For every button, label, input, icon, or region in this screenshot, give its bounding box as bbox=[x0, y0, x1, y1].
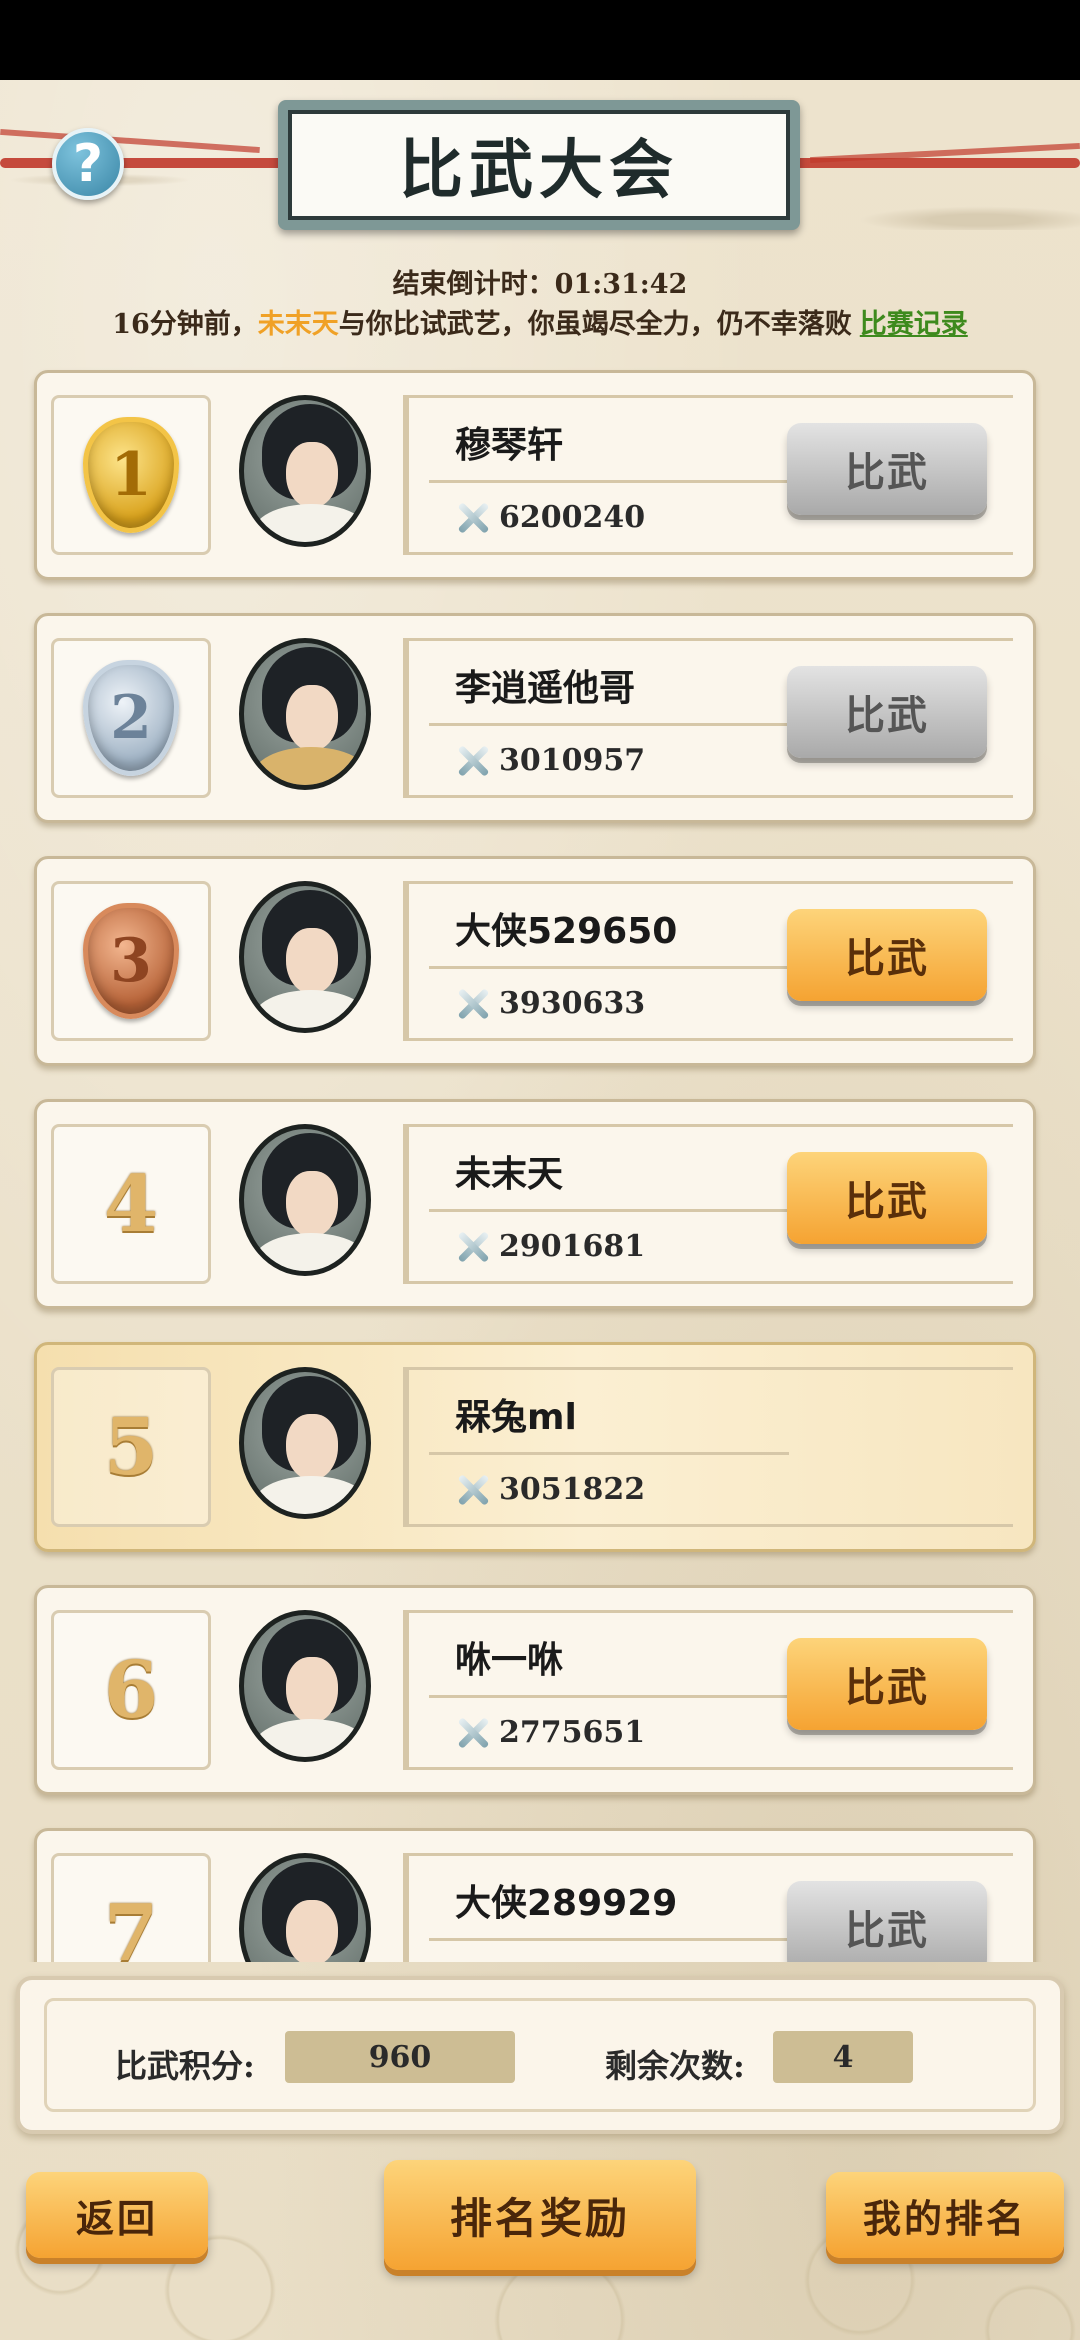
rank-badge-box: 6 bbox=[51, 1610, 211, 1770]
points-label: 比武积分: bbox=[115, 2047, 255, 2085]
ranking-rewards-button[interactable]: 排名奖励 bbox=[384, 2160, 696, 2270]
score-panel-inner: 比武积分: 960 剩余次数: 4 bbox=[44, 1998, 1036, 2112]
rank-badge-box: 7 bbox=[51, 1853, 211, 1962]
notice-opponent: 未末天 bbox=[257, 309, 339, 340]
power-value: 2775651 bbox=[499, 1715, 646, 1750]
rank-badge-box: 5 bbox=[51, 1367, 211, 1527]
title-plate: 比武大会 bbox=[278, 100, 800, 230]
crossed-swords-icon bbox=[455, 501, 491, 535]
ranking-row-self: 5 槑兔ml 3051822 bbox=[34, 1342, 1036, 1552]
crossed-swords-icon bbox=[455, 1716, 491, 1750]
notice-prefix: 16分钟前， bbox=[112, 309, 258, 340]
player-name: 李逍遥他哥 bbox=[455, 668, 636, 709]
silver-medal-icon: 2 bbox=[83, 660, 179, 776]
rank-badge-box: 3 bbox=[51, 881, 211, 1041]
challenge-button[interactable]: 比武 bbox=[787, 423, 987, 515]
notice-suffix: 与你比试武艺，你虽竭尽全力，仍不幸落败 bbox=[338, 309, 852, 340]
player-name: 大侠529650 bbox=[455, 911, 678, 952]
question-icon: ? bbox=[72, 134, 104, 194]
avatar[interactable] bbox=[239, 1367, 371, 1519]
ranking-row-4: 4 未末天 2901681 比武 bbox=[34, 1099, 1036, 1309]
score-panel: 比武积分: 960 剩余次数: 4 bbox=[16, 1976, 1064, 2134]
rank-badge-box: 1 bbox=[51, 395, 211, 555]
back-button[interactable]: 返回 bbox=[26, 2172, 208, 2258]
ranking-row-6: 6 咻一咻 2775651 比武 bbox=[34, 1585, 1036, 1795]
rank-number: 4 bbox=[103, 1158, 159, 1250]
power-value: 3930633 bbox=[499, 986, 646, 1021]
crossed-swords-icon bbox=[455, 987, 491, 1021]
rank-badge-box: 2 bbox=[51, 638, 211, 798]
crossed-swords-icon bbox=[455, 1473, 491, 1507]
avatar[interactable] bbox=[239, 881, 371, 1033]
rank-number: 7 bbox=[103, 1887, 159, 1963]
match-record-link[interactable]: 比赛记录 bbox=[860, 309, 968, 340]
status-bar bbox=[0, 0, 1080, 80]
rank-badge-box: 4 bbox=[51, 1124, 211, 1284]
combat-power: 2775651 bbox=[455, 1715, 645, 1750]
bronze-medal-icon: 3 bbox=[83, 903, 179, 1019]
power-value: 3010957 bbox=[499, 743, 646, 778]
power-value: 2901681 bbox=[499, 1229, 646, 1264]
challenge-button[interactable]: 比武 bbox=[787, 666, 987, 758]
combat-power: 3051822 bbox=[455, 1472, 645, 1507]
countdown-text: 结束倒计时：01:31:42 bbox=[392, 269, 688, 300]
remaining-value: 4 bbox=[773, 2031, 913, 2083]
page-title: 比武大会 bbox=[288, 110, 790, 220]
avatar[interactable] bbox=[239, 1124, 371, 1276]
crossed-swords-icon bbox=[455, 1230, 491, 1264]
power-value: 6200240 bbox=[499, 500, 646, 535]
challenge-button[interactable]: 比武 bbox=[787, 1152, 987, 1244]
combat-power: 3930633 bbox=[455, 986, 645, 1021]
player-name: 槑兔ml bbox=[455, 1397, 577, 1438]
help-button[interactable]: ? bbox=[52, 128, 124, 200]
crossed-swords-icon bbox=[455, 744, 491, 778]
ranking-row-1: 1 穆琴轩 6200240 比武 bbox=[34, 370, 1036, 580]
player-name: 咻一咻 bbox=[455, 1640, 564, 1681]
ranking-row-3: 3 大侠529650 3930633 比武 bbox=[34, 856, 1036, 1066]
combat-power: 6200240 bbox=[455, 500, 645, 535]
avatar[interactable] bbox=[239, 1853, 371, 1962]
remaining-label: 剩余次数: bbox=[605, 2047, 745, 2085]
ranking-list[interactable]: 1 穆琴轩 6200240 比武 2 李逍遥他哥 3010957 比武 3 大侠… bbox=[0, 362, 1080, 1962]
battle-notice: 16分钟前，未末天与你比试武艺，你虽竭尽全力，仍不幸落败 比赛记录 bbox=[0, 302, 1080, 341]
gold-medal-icon: 1 bbox=[83, 417, 179, 533]
avatar[interactable] bbox=[239, 395, 371, 547]
challenge-button[interactable]: 比武 bbox=[787, 1638, 987, 1730]
challenge-button[interactable]: 比武 bbox=[787, 1881, 987, 1962]
avatar[interactable] bbox=[239, 638, 371, 790]
player-name: 穆琴轩 bbox=[455, 425, 564, 466]
points-value: 960 bbox=[285, 2031, 515, 2083]
combat-power: 3010957 bbox=[455, 743, 645, 778]
player-name: 大侠289929 bbox=[455, 1883, 678, 1924]
ranking-row-2: 2 李逍遥他哥 3010957 比武 bbox=[34, 613, 1036, 823]
avatar[interactable] bbox=[239, 1610, 371, 1762]
combat-power: 2901681 bbox=[455, 1229, 645, 1264]
challenge-button[interactable]: 比武 bbox=[787, 909, 987, 1001]
rank-number: 5 bbox=[103, 1401, 159, 1493]
power-value: 3051822 bbox=[499, 1472, 646, 1507]
ranking-row-7: 7 大侠289929 比武 bbox=[34, 1828, 1036, 1962]
rank-number: 6 bbox=[103, 1644, 159, 1736]
my-rank-button[interactable]: 我的排名 bbox=[826, 2172, 1064, 2258]
player-info: 槑兔ml 3051822 bbox=[403, 1367, 1013, 1527]
player-name: 未末天 bbox=[455, 1154, 564, 1195]
